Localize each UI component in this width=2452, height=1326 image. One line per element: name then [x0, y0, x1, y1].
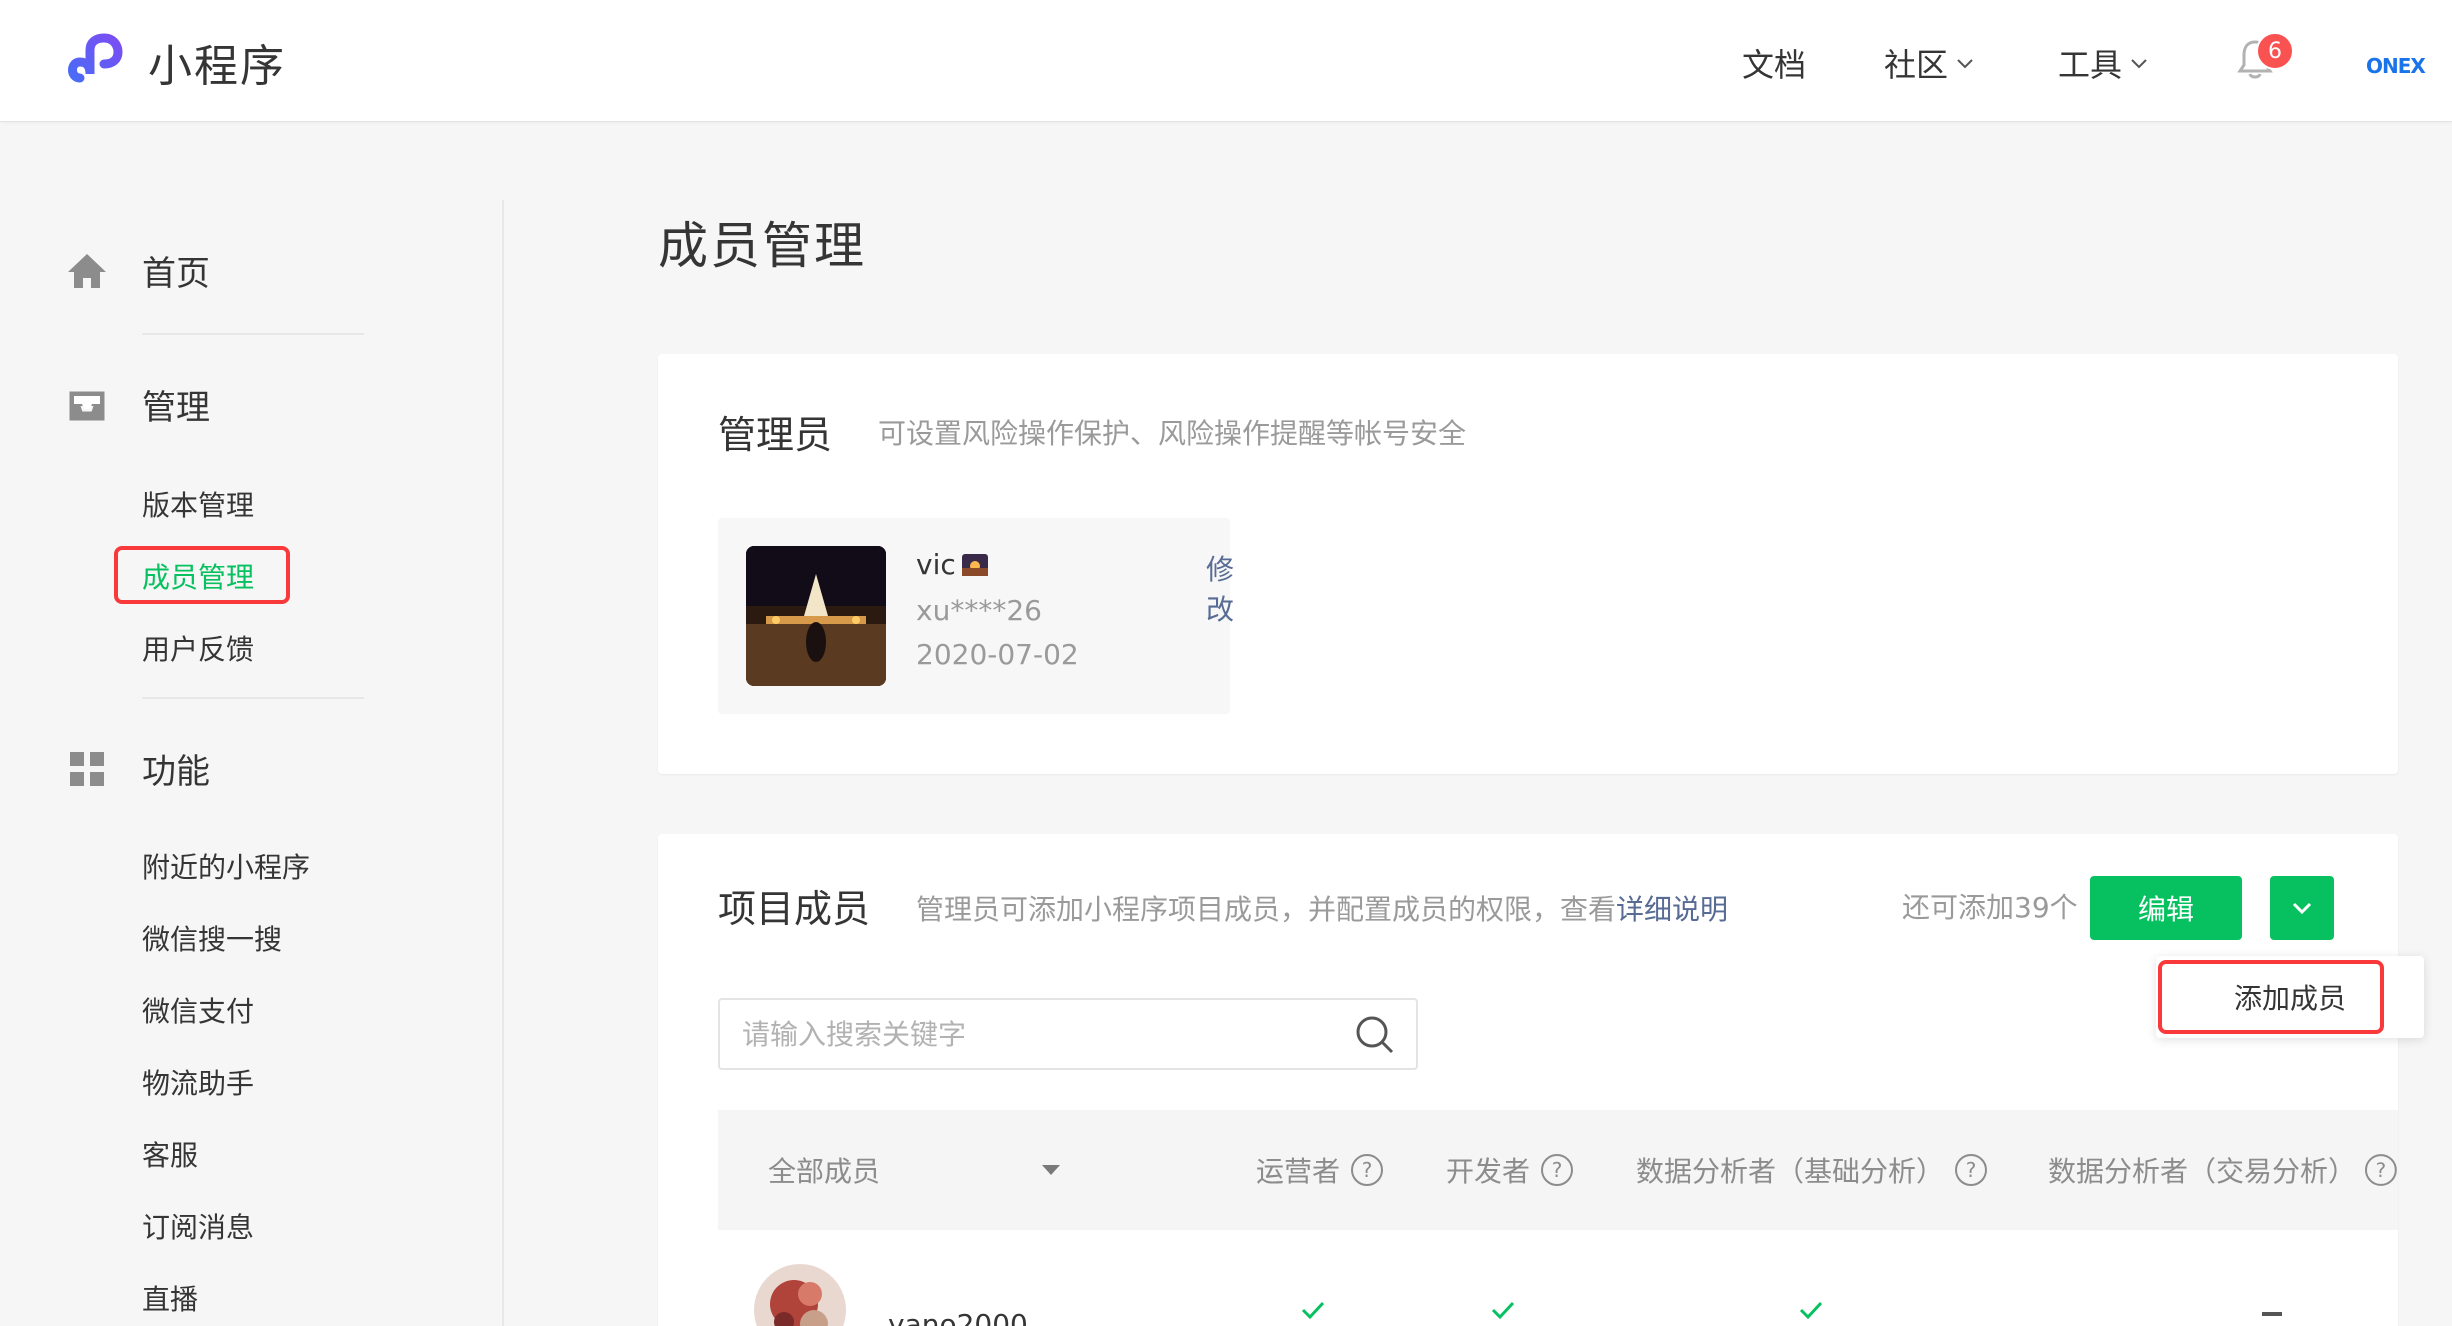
- svg-text:?: ?: [1362, 1158, 1373, 1182]
- page-title: 成员管理: [658, 217, 866, 275]
- column-developer-label: 开发者: [1446, 1155, 1531, 1188]
- dash-icon: [2262, 1312, 2282, 1316]
- dropdown-item-highlight: [2158, 960, 2384, 1034]
- admin-name-text: vic: [916, 548, 956, 581]
- check-icon: [1799, 1301, 1823, 1320]
- sunset-emoji-icon: [961, 553, 988, 576]
- miniprogram-logo-icon: [68, 33, 123, 83]
- column-developer: 开发者 ?: [1446, 1150, 1574, 1190]
- svg-text:?: ?: [1552, 1158, 1563, 1182]
- sidebar-item-subscribe[interactable]: 订阅消息: [142, 1206, 254, 1246]
- check-icon: [1301, 1301, 1325, 1320]
- column-analyst-basic: 数据分析者（基础分析） ?: [1636, 1150, 1988, 1190]
- chevron-down-icon: [2131, 59, 2147, 69]
- sidebar-features-label: 功能: [142, 752, 210, 792]
- chevron-down-icon: [2292, 902, 2312, 915]
- member-name: yano2000: [888, 1308, 1028, 1326]
- column-analyst-trade: 数据分析者（交易分析） ?: [2048, 1150, 2398, 1190]
- check-icon: [1491, 1301, 1515, 1320]
- member-avatar-image: [754, 1264, 846, 1326]
- sidebar-item-service[interactable]: 客服: [142, 1134, 198, 1174]
- caret-down-icon: [1042, 1165, 1061, 1175]
- members-card: 项目成员 管理员可添加小程序项目成员，并配置成员的权限，查看详细说明 还可添加3…: [658, 834, 2398, 1326]
- member-search: [718, 998, 1418, 1070]
- sidebar-manage-label: 管理: [142, 388, 210, 428]
- notification-badge: 6: [2256, 32, 2294, 70]
- svg-text:?: ?: [1966, 1158, 1977, 1182]
- admin-card-title: 管理员: [718, 413, 833, 457]
- app-title: 小程序: [148, 41, 286, 92]
- help-icon[interactable]: ?: [1540, 1153, 1574, 1187]
- inbox-icon: [69, 391, 105, 420]
- account-logo-text: ONEX: [2366, 54, 2426, 78]
- nav-tools[interactable]: 工具: [2058, 40, 2150, 86]
- members-card-title: 项目成员: [718, 887, 871, 931]
- nav-docs[interactable]: 文档: [1742, 40, 1806, 86]
- column-analyst-trade-label: 数据分析者（交易分析）: [2048, 1155, 2357, 1188]
- column-operator: 运营者 ?: [1256, 1150, 1384, 1190]
- members-card-desc-text: 管理员可添加小程序项目成员，并配置成员的权限，查看: [916, 893, 1617, 926]
- nav-tools-label: 工具: [2058, 46, 2123, 84]
- search-icon[interactable]: [1354, 1014, 1396, 1056]
- sidebar-item-nearby[interactable]: 附近的小程序: [142, 846, 310, 886]
- sidebar-item-version[interactable]: 版本管理: [142, 484, 254, 524]
- sidebar-home[interactable]: 首页: [66, 246, 210, 295]
- nav-docs-label: 文档: [1742, 46, 1807, 84]
- column-operator-label: 运营者: [1256, 1155, 1341, 1188]
- sidebar-item-search[interactable]: 微信搜一搜: [142, 918, 282, 958]
- svg-text:?: ?: [2376, 1159, 2387, 1182]
- help-icon[interactable]: ?: [2364, 1153, 2398, 1187]
- grid-icon: [70, 751, 104, 786]
- sidebar-item-feedback[interactable]: 用户反馈: [142, 628, 254, 668]
- help-icon[interactable]: ?: [1350, 1153, 1384, 1187]
- member-filter-label: 全部成员: [768, 1155, 881, 1188]
- active-item-highlight: [114, 546, 290, 604]
- sidebar: [0, 122, 503, 1326]
- admin-card-desc: 可设置风险操作保护、风险操作提醒等帐号安全: [878, 417, 1467, 450]
- sidebar-item-live[interactable]: 直播: [142, 1278, 198, 1318]
- app-logo[interactable]: 小程序: [66, 30, 286, 94]
- sidebar-divider: [142, 333, 364, 335]
- nav-community-label: 社区: [1884, 46, 1949, 84]
- admin-avatar: [746, 546, 886, 686]
- column-analyst-basic-label: 数据分析者（基础分析）: [1636, 1155, 1945, 1188]
- member-filter-select[interactable]: 全部成员: [768, 1150, 1061, 1190]
- edit-button[interactable]: 编辑: [2090, 876, 2242, 940]
- nav-community[interactable]: 社区: [1884, 40, 1976, 86]
- members-card-desc: 管理员可添加小程序项目成员，并配置成员的权限，查看详细说明: [916, 888, 1728, 928]
- top-bar: 小程序 文档 社区 工具 6 ONEX: [0, 0, 2452, 122]
- member-avatar: [754, 1264, 846, 1326]
- details-link[interactable]: 详细说明: [1616, 893, 1728, 926]
- sidebar-divider: [502, 200, 504, 1326]
- admin-edit-link[interactable]: 修改: [1206, 548, 1234, 628]
- sidebar-features[interactable]: 功能: [66, 744, 210, 793]
- sidebar-manage[interactable]: 管理: [66, 380, 210, 429]
- more-actions-button[interactable]: [2270, 876, 2334, 940]
- chevron-down-icon: [1957, 59, 1973, 69]
- home-icon: [68, 253, 106, 288]
- account-avatar[interactable]: ONEX: [2366, 54, 2426, 78]
- sidebar-item-pay[interactable]: 微信支付: [142, 990, 254, 1030]
- sidebar-home-label: 首页: [142, 254, 210, 294]
- admin-info: vic xu****26 2020-07-02 修改: [718, 518, 1234, 714]
- admin-id: xu****26: [916, 594, 1042, 627]
- table-row[interactable]: yano2000: [718, 1264, 2398, 1326]
- sidebar-item-logistics[interactable]: 物流助手: [142, 1062, 254, 1102]
- members-table-header: 全部成员 运营者 ? 开发者 ? 数据分析者（基础分析） ? 数据分析者（交易分…: [718, 1110, 2398, 1230]
- admin-avatar-image: [746, 546, 886, 686]
- help-icon[interactable]: ?: [1954, 1153, 1988, 1187]
- sidebar-divider: [142, 697, 364, 699]
- admin-name: vic: [916, 548, 988, 581]
- admin-card: 管理员 可设置风险操作保护、风险操作提醒等帐号安全 vic xu****26 2…: [658, 354, 2398, 774]
- member-quota: 还可添加39个: [1902, 891, 2078, 924]
- admin-date: 2020-07-02: [916, 638, 1079, 671]
- search-input[interactable]: [742, 1000, 1322, 1068]
